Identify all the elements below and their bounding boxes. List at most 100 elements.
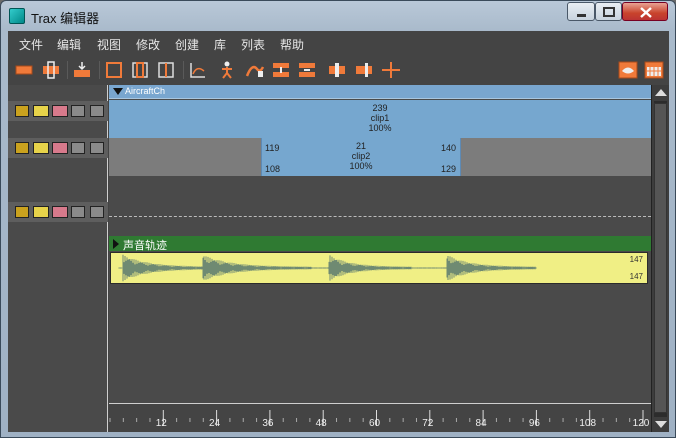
frame-split-button[interactable]: [155, 59, 177, 81]
expand-arrow-icon[interactable]: [113, 239, 119, 249]
toolbar-separator: [183, 61, 184, 79]
scroll-up-icon[interactable]: [655, 89, 667, 96]
toolbar-separator: [99, 61, 100, 79]
track-divider: [109, 216, 651, 217]
graph-button[interactable]: [187, 59, 209, 81]
mute-button[interactable]: [52, 142, 68, 154]
app-icon: [9, 8, 25, 24]
solo-button[interactable]: [33, 142, 49, 154]
timeline[interactable]: AircraftCh 239 clip1 100% 21 clip2 100% …: [109, 85, 651, 432]
menu-file[interactable]: 文件: [19, 36, 43, 53]
scroll-down-icon[interactable]: [655, 421, 667, 428]
character-icon: [222, 61, 232, 79]
clip2[interactable]: 21 clip2 100% 119 108 140 129: [261, 138, 461, 176]
lock-button[interactable]: [15, 206, 29, 218]
character-header[interactable]: AircraftCh: [109, 85, 651, 99]
menu-bar: 文件 编辑 视图 修改 创建 库 列表 帮助: [8, 31, 669, 55]
audio-track-name: 声音轨迹: [123, 240, 167, 252]
menu-modify[interactable]: 修改: [136, 36, 160, 53]
arrow-right-button[interactable]: [90, 206, 104, 218]
graph-icon: [190, 63, 205, 78]
menu-library[interactable]: 库: [214, 36, 226, 53]
split-right-button[interactable]: [353, 59, 375, 81]
new-clip-button[interactable]: [13, 59, 35, 81]
arrow-right-button[interactable]: [90, 105, 104, 117]
blend-icon: [245, 65, 265, 77]
ruler-tick-label: 120: [633, 418, 650, 429]
audio-track-header[interactable]: 声音轨迹: [109, 236, 651, 252]
menu-help[interactable]: 帮助: [280, 36, 304, 53]
close-button[interactable]: [622, 2, 668, 21]
ruler-tick-label: 72: [422, 418, 434, 429]
track-header: [8, 202, 108, 222]
frame-all-icon: [106, 62, 122, 78]
remove-button[interactable]: [296, 59, 318, 81]
time-ruler[interactable]: 12 24 36 48 60 72 84 96 108 120: [109, 403, 651, 432]
lock-button[interactable]: [15, 142, 29, 154]
ruler-tick-label: 96: [529, 418, 541, 429]
clip2-start: 108: [265, 164, 281, 174]
arrow-left-button[interactable]: [71, 206, 85, 218]
frame-left-button[interactable]: [129, 59, 151, 81]
maximize-button[interactable]: [595, 2, 622, 21]
ruler-tick-label: 60: [369, 418, 381, 429]
ruler-tick-label: 48: [316, 418, 328, 429]
audio-clip[interactable]: 147 147: [110, 252, 648, 284]
split-left-icon: [329, 63, 345, 77]
view-options-button[interactable]: [617, 59, 639, 81]
calendar-button[interactable]: [643, 59, 665, 81]
audio-end-bottom: 147: [629, 272, 643, 281]
load-button[interactable]: [71, 59, 93, 81]
menu-create[interactable]: 创建: [175, 36, 199, 53]
scroll-thumb[interactable]: [654, 103, 667, 413]
menu-edit[interactable]: 编辑: [57, 36, 81, 53]
track-header: [8, 138, 108, 158]
clip1-scale: 100%: [368, 123, 392, 133]
insert-button[interactable]: [270, 59, 292, 81]
mute-button[interactable]: [52, 105, 68, 117]
solo-button[interactable]: [33, 105, 49, 117]
collapse-arrow-icon[interactable]: [113, 88, 123, 95]
blend-button[interactable]: [244, 59, 266, 81]
track-header-panel: [8, 85, 108, 432]
arrow-left-button[interactable]: [71, 142, 85, 154]
cut-button[interactable]: [380, 59, 402, 81]
ruler-tick-label: 108: [579, 418, 596, 429]
toolbar-separator: [67, 61, 68, 79]
vertical-scrollbar[interactable]: [651, 85, 669, 432]
split-left-button[interactable]: [326, 59, 348, 81]
insert-icon: [273, 63, 289, 77]
mute-button[interactable]: [52, 206, 68, 218]
minimize-button[interactable]: [567, 2, 595, 21]
title-bar[interactable]: Trax 编辑器: [1, 1, 675, 31]
cut-icon: [382, 62, 400, 78]
frame-all-button[interactable]: [103, 59, 125, 81]
character-name: AircraftCh: [125, 86, 166, 96]
ruler-ticks: 12 24 36 48 60 72 84 96 108 120: [109, 410, 650, 429]
menu-view[interactable]: 视图: [97, 36, 121, 53]
window-title: Trax 编辑器: [31, 11, 100, 26]
menu-list[interactable]: 列表: [241, 36, 265, 53]
track-header: [8, 101, 108, 121]
ruler-tick-label: 84: [476, 418, 488, 429]
character-button[interactable]: [216, 59, 238, 81]
arrow-right-button[interactable]: [90, 142, 104, 154]
trax-editor-window: Trax 编辑器 文件 编辑 视图 修改 创建 库 列表 帮助 Aircraft…: [0, 0, 676, 438]
arrow-left-button[interactable]: [71, 105, 85, 117]
view-options-icon: [618, 61, 638, 79]
client-area: 文件 编辑 视图 修改 创建 库 列表 帮助 AircraftCh 239 cl…: [8, 31, 669, 432]
clip2-scale: 100%: [349, 161, 373, 171]
lock-button[interactable]: [15, 105, 29, 117]
waveform-path: [118, 254, 537, 282]
calendar-icon: [644, 61, 664, 79]
clip2-source-start: 119: [265, 143, 280, 153]
clip1[interactable]: 239 clip1 100%: [109, 100, 651, 138]
split-right-icon: [356, 63, 372, 77]
frame-split-icon: [158, 62, 174, 78]
audio-end-top: 147: [629, 255, 643, 264]
clip1-frames: 239: [372, 103, 388, 113]
ruler-tick-label: 24: [209, 418, 221, 429]
new-layer-button[interactable]: [40, 59, 62, 81]
solo-button[interactable]: [33, 206, 49, 218]
ruler-tick-label: 12: [156, 418, 168, 429]
